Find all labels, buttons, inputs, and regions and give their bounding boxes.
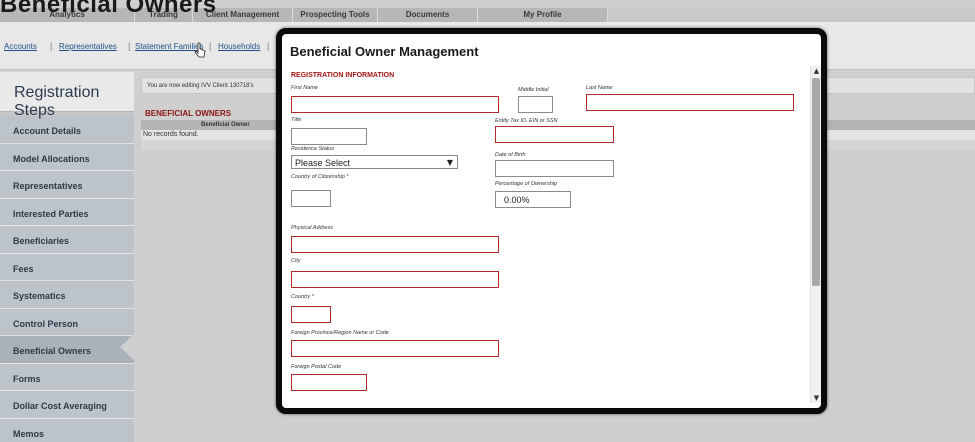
tax-id-input[interactable]: [495, 126, 614, 143]
top-nav-documents[interactable]: Documents: [378, 8, 478, 22]
percentage-of-ownership-input[interactable]: 0.00%: [495, 191, 571, 208]
sidebar-item-dollar-cost-averaging[interactable]: Dollar Cost Averaging: [0, 391, 134, 419]
sidebar-item-account-details[interactable]: Account Details: [0, 116, 134, 144]
sidebar-item-control-person[interactable]: Control Person: [0, 308, 134, 336]
date-of-birth-input[interactable]: [495, 160, 614, 177]
modal-body: REGISTRATION INFORMATION First Name Midd…: [282, 66, 810, 404]
last-name-input[interactable]: [586, 94, 794, 111]
first-name-input[interactable]: [291, 96, 499, 113]
country-input[interactable]: [291, 306, 331, 323]
residence-status-select[interactable]: Please Select ▼: [291, 155, 458, 169]
middle-initial-label: Middle Initial: [518, 87, 549, 93]
residence-status-value: Please Select: [295, 158, 351, 168]
last-name-label: Last Name: [586, 85, 613, 91]
sub-nav-households[interactable]: Households: [218, 42, 260, 51]
sidebar-item-systematics[interactable]: Systematics: [0, 281, 134, 309]
sidebar-item-interested-parties[interactable]: Interested Parties: [0, 198, 134, 226]
sub-nav-accounts[interactable]: Accounts: [4, 42, 37, 51]
modal-title: Beneficial Owner Management: [290, 44, 479, 59]
sub-nav-separator: |: [267, 41, 270, 51]
foreign-province-label: Foreign Province/Region Name or Code: [291, 330, 389, 336]
sidebar-item-representatives[interactable]: Representatives: [0, 171, 134, 199]
scroll-down-arrow-icon[interactable]: ▼: [811, 393, 821, 403]
physical-address-input[interactable]: [291, 236, 499, 253]
tax-id-label: Entity Tax ID, EIN or SSN: [495, 118, 558, 124]
physical-address-label: Physical Address: [291, 225, 333, 231]
page-heading: Beneficial Owners: [0, 0, 217, 18]
sub-nav-separator: |: [128, 41, 131, 51]
foreign-postal-code-input[interactable]: [291, 374, 367, 391]
registration-steps-title: Registration Steps: [0, 72, 134, 119]
sidebar-item-beneficiaries[interactable]: Beneficiaries: [0, 226, 134, 254]
foreign-province-input[interactable]: [291, 340, 499, 357]
modal-scrollbar[interactable]: ▲ ▼: [810, 66, 821, 403]
sidebar-item-beneficial-owners[interactable]: Beneficial Owners: [0, 336, 134, 364]
active-step-pointer: [120, 333, 135, 361]
country-label: Country *: [291, 294, 314, 300]
sidebar-item-memos[interactable]: Memos: [0, 418, 134, 442]
mouse-cursor-icon: [194, 42, 206, 58]
beneficial-owner-modal: Beneficial Owner Management REGISTRATION…: [276, 28, 827, 414]
registration-steps-sidebar: Registration Steps Account Details Model…: [0, 72, 134, 442]
sidebar-item-fees[interactable]: Fees: [0, 253, 134, 281]
sub-nav-separator: |: [50, 41, 53, 51]
date-of-birth-label: Date of Birth: [495, 152, 526, 158]
beneficial-owners-heading: BENEFICIAL OWNERS: [145, 109, 232, 118]
middle-initial-input[interactable]: [518, 96, 553, 113]
chevron-down-icon: ▼: [446, 158, 453, 167]
top-nav-filler: [608, 8, 975, 22]
percentage-of-ownership-value: 0.00%: [504, 195, 530, 205]
top-nav-my-profile[interactable]: My Profile: [478, 8, 608, 22]
city-input[interactable]: [291, 271, 499, 288]
scrollbar-thumb[interactable]: [812, 78, 820, 286]
title-input[interactable]: [291, 128, 367, 145]
percentage-of-ownership-label: Percentage of Ownership: [495, 181, 558, 187]
title-label: Title: [291, 117, 302, 123]
foreign-postal-code-label: Foreign Postal Code: [291, 364, 342, 370]
city-label: City: [291, 258, 301, 264]
first-name-label: First Name: [291, 85, 318, 91]
top-nav-prospecting-tools[interactable]: Prospecting Tools: [293, 8, 378, 22]
sub-nav-representatives[interactable]: Representatives: [59, 42, 117, 51]
country-of-citizenship-input[interactable]: [291, 190, 331, 207]
scroll-up-arrow-icon[interactable]: ▲: [811, 66, 821, 76]
residence-status-label: Residence Status: [291, 146, 335, 152]
sidebar-item-model-allocations[interactable]: Model Allocations: [0, 143, 134, 171]
sub-nav-separator: |: [209, 41, 212, 51]
sidebar-item-forms[interactable]: Forms: [0, 363, 134, 391]
country-of-citizenship-label: Country of Citizenship *: [291, 174, 349, 180]
registration-information-heading: REGISTRATION INFORMATION: [291, 72, 395, 79]
